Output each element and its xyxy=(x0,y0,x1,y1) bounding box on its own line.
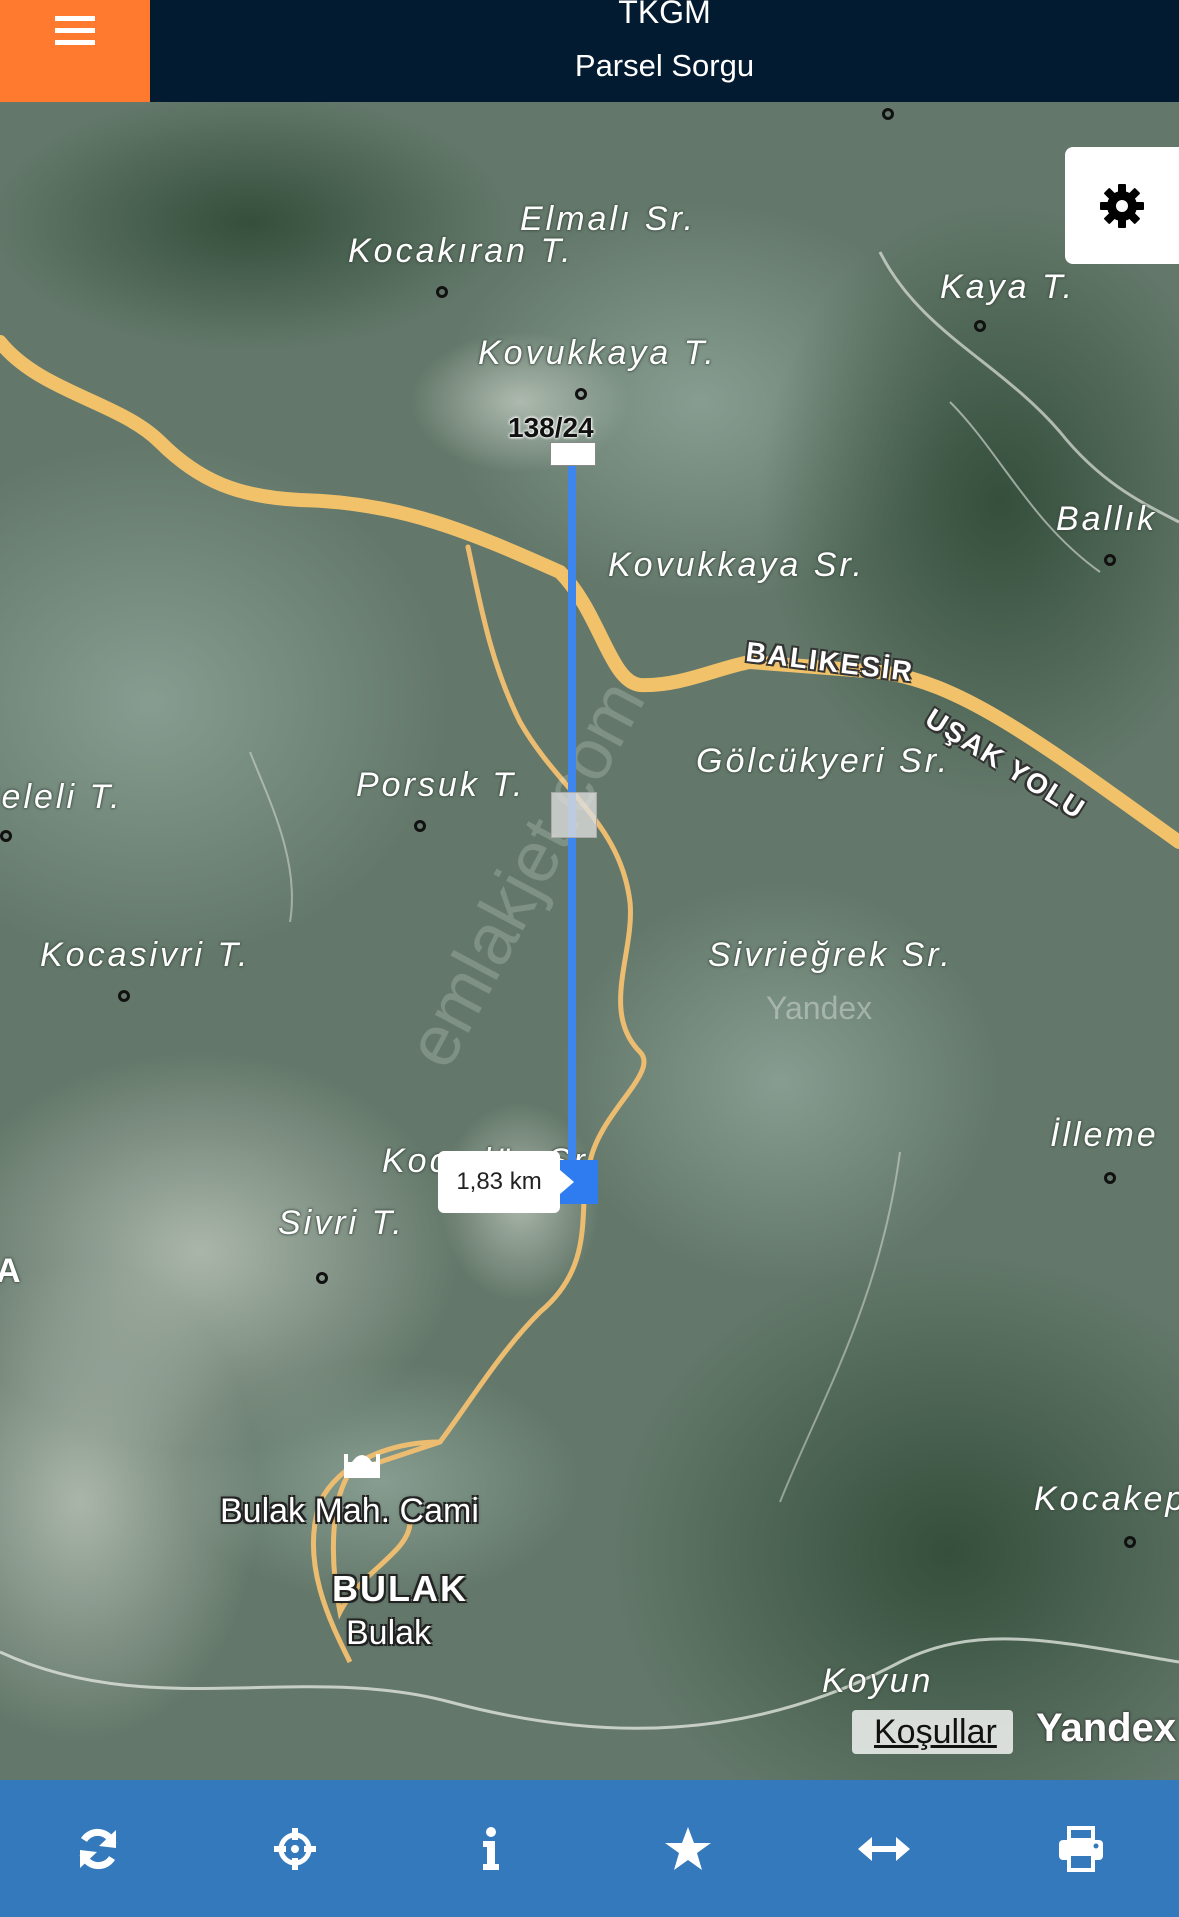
map-label-porsuk: Porsuk T. xyxy=(356,766,526,804)
peak-marker xyxy=(118,990,130,1002)
terms-link[interactable]: Koşullar xyxy=(852,1710,1013,1754)
app-subtitle: Parsel Sorgu xyxy=(574,48,755,83)
map-label-kovukkaya-tepe: Kovukkaya T. xyxy=(478,334,717,372)
peak-marker xyxy=(316,1272,328,1284)
measure-arrows-icon xyxy=(858,1836,911,1861)
village-label: Bulak xyxy=(346,1614,432,1652)
village-marker xyxy=(1104,1172,1116,1184)
peak-marker xyxy=(414,820,426,832)
map-label-illeme: İlleme xyxy=(1050,1116,1159,1154)
mosque-icon[interactable] xyxy=(344,1446,380,1482)
peak-marker xyxy=(0,830,12,842)
crosshair-icon xyxy=(273,1827,316,1870)
map-label-sivri: Sivri T. xyxy=(278,1204,405,1242)
peak-marker xyxy=(974,320,986,332)
map-view[interactable]: Elmalı Sr. Kocakıran T. Kovukkaya T. Kay… xyxy=(0,102,1179,1780)
map-label-kaya: Kaya T. xyxy=(940,268,1076,306)
peak-marker xyxy=(575,388,587,400)
menu-button[interactable] xyxy=(0,0,150,102)
map-label-celeli: Çeleli T. xyxy=(0,778,123,816)
hamburger-icon xyxy=(55,16,95,45)
distance-tooltip: 1,83 km xyxy=(438,1151,574,1213)
app-header: TKGM Parsel Sorgu xyxy=(0,0,1179,102)
map-label-kovukkaya-sirt: Kovukkaya Sr. xyxy=(608,546,865,584)
map-label-sivriegrek: Sivrieğrek Sr. xyxy=(708,936,953,974)
map-label-kocakep: Kocakep xyxy=(1034,1480,1179,1518)
bottom-toolbar xyxy=(0,1780,1179,1917)
village-label-upper: BULAK xyxy=(332,1568,468,1609)
refresh-button[interactable] xyxy=(48,1799,148,1899)
map-label-ballik: Ballık xyxy=(1056,500,1158,538)
map-label-golcukyeri: Gölcükyeri Sr. xyxy=(696,742,951,780)
map-label-kocakiran: Kocakıran T. xyxy=(348,232,574,270)
measure-midpoint-handle[interactable] xyxy=(551,792,597,838)
parcel-number-label: 138/24 xyxy=(508,412,594,443)
info-icon xyxy=(483,1826,500,1870)
village-marker xyxy=(1104,554,1116,566)
printer-icon xyxy=(1058,1825,1103,1872)
peak-marker xyxy=(1124,1536,1136,1548)
refresh-icon xyxy=(79,1828,117,1869)
app-title: TKGM xyxy=(618,0,711,30)
gear-icon xyxy=(1100,183,1144,228)
star-icon xyxy=(664,1826,711,1870)
yandex-watermark: Yandex xyxy=(766,990,873,1026)
peak-marker xyxy=(882,108,894,120)
favorite-button[interactable] xyxy=(638,1799,738,1899)
map-label-koyun: Koyun xyxy=(822,1662,934,1700)
map-label-edge: A xyxy=(0,1252,24,1290)
peak-marker xyxy=(436,286,448,298)
print-button[interactable] xyxy=(1031,1799,1131,1899)
mosque-label: Bulak Mah. Cami xyxy=(220,1492,479,1530)
yandex-logo: Yandex xyxy=(1036,1706,1177,1750)
map-label-kocasivri: Kocasivri T. xyxy=(40,936,251,974)
parcel-marker[interactable] xyxy=(550,442,596,466)
locate-button[interactable] xyxy=(245,1799,345,1899)
settings-button[interactable] xyxy=(1065,147,1179,264)
measure-button[interactable] xyxy=(834,1799,934,1899)
info-button[interactable] xyxy=(441,1799,541,1899)
